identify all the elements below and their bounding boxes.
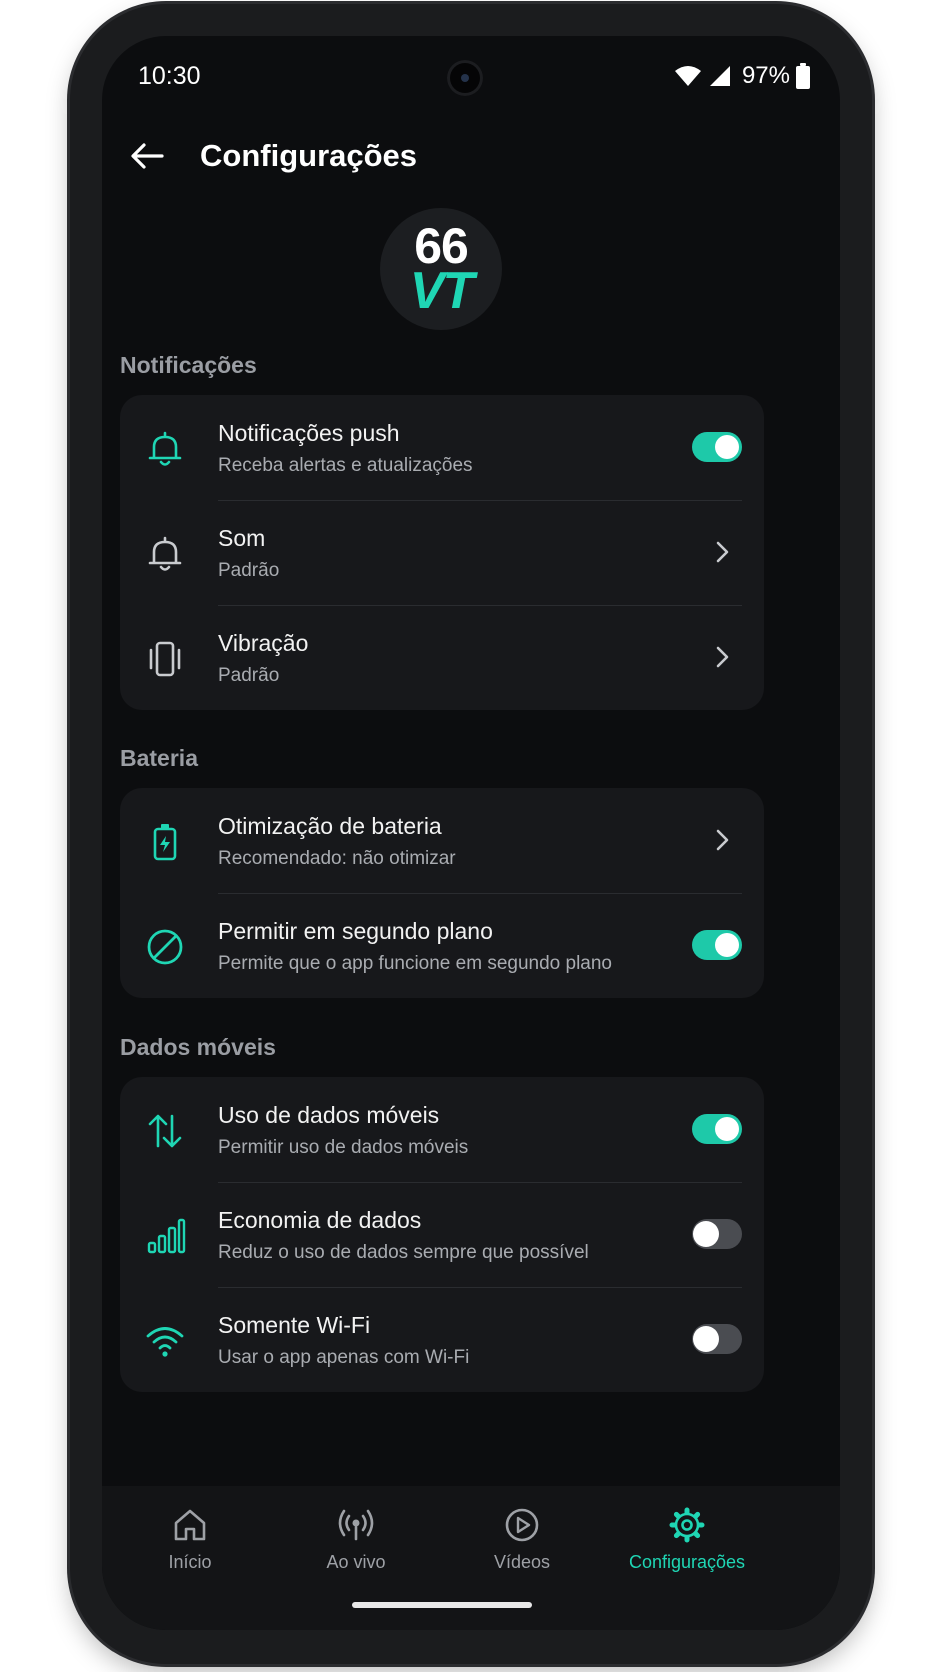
section-label-battery: Bateria <box>120 745 198 771</box>
chevron-right-icon <box>716 541 729 563</box>
broadcast-icon <box>338 1509 374 1541</box>
battery-icon <box>796 63 810 89</box>
nav-label: Configurações <box>628 1552 746 1572</box>
home-icon <box>174 1509 206 1541</box>
cellular-signal-icon <box>709 66 730 86</box>
setting-subtitle: Recomendado: não otimizar <box>218 848 456 869</box>
setting-subtitle: Permitir uso de dados móveis <box>218 1137 469 1158</box>
setting-subtitle: Reduz o uso de dados sempre que possível <box>218 1242 589 1263</box>
card-notifications: Notificações push Receba alertas e atual… <box>120 395 764 710</box>
page-title: Configurações <box>200 138 418 173</box>
nav-item-live[interactable]: Ao vivo <box>276 1506 436 1573</box>
setting-row-sound[interactable]: Som Padrão <box>120 500 764 605</box>
data-saver-toggle[interactable] <box>692 1219 742 1249</box>
setting-subtitle: Receba alertas e atualizações <box>218 455 473 476</box>
setting-subtitle: Padrão <box>218 560 280 581</box>
setting-title: Economia de dados <box>218 1207 422 1233</box>
bell-icon <box>148 431 182 466</box>
card-mobile-data: Uso de dados móveis Permitir uso de dado… <box>120 1077 764 1392</box>
setting-row-battery-optimization[interactable]: Otimização de bateria Recomendado: não o… <box>120 788 764 893</box>
bottom-navigation: Início Ao vivo Vídeos Configurações <box>102 1486 840 1630</box>
block-icon <box>147 929 183 965</box>
gear-icon <box>669 1507 705 1543</box>
app-logo: 66 VT <box>380 208 502 330</box>
signal-bars-icon <box>147 1218 186 1254</box>
setting-subtitle: Padrão <box>218 665 280 686</box>
setting-title: Somente Wi-Fi <box>218 1312 371 1338</box>
setting-row-push-notifications[interactable]: Notificações push Receba alertas e atual… <box>120 395 764 500</box>
logo-text-bottom: VT <box>409 262 474 320</box>
battery-percentage: 97% <box>741 62 790 89</box>
setting-row-vibration[interactable]: Vibração Padrão <box>120 605 764 710</box>
data-transfer-icon <box>148 1114 182 1148</box>
front-camera <box>447 60 483 96</box>
setting-title: Otimização de bateria <box>218 813 442 839</box>
status-bar: 10:30 97% <box>102 36 840 116</box>
nav-item-home[interactable]: Início <box>110 1506 270 1573</box>
status-icons: 97% <box>674 62 810 90</box>
bell-outline-icon <box>148 536 182 571</box>
chevron-right-icon <box>716 646 729 668</box>
setting-title: Som <box>218 525 266 551</box>
setting-subtitle: Usar o app apenas com Wi-Fi <box>218 1347 470 1368</box>
vibration-icon <box>149 641 181 677</box>
chevron-right-icon <box>716 829 729 851</box>
nav-item-videos[interactable]: Vídeos <box>442 1506 602 1573</box>
back-arrow-icon[interactable] <box>128 136 168 176</box>
play-circle-icon <box>505 1508 539 1542</box>
app-header: Configurações <box>102 126 840 196</box>
screen: 10:30 97% Configurações 66 VT Notificaçõ… <box>102 36 840 1630</box>
wifi-status-icon <box>674 66 701 86</box>
section-label-mobile-data: Dados móveis <box>120 1034 276 1060</box>
background-toggle[interactable] <box>692 930 742 960</box>
nav-label: Ao vivo <box>326 1552 386 1572</box>
wifi-only-toggle[interactable] <box>692 1324 742 1354</box>
card-battery: Otimização de bateria Recomendado: não o… <box>120 788 764 998</box>
setting-row-background[interactable]: Permitir em segundo plano Permite que o … <box>120 893 764 998</box>
setting-row-wifi-only[interactable]: Somente Wi-Fi Usar o app apenas com Wi-F… <box>120 1287 764 1392</box>
setting-row-mobile-data[interactable]: Uso de dados móveis Permitir uso de dado… <box>120 1077 764 1182</box>
setting-title: Permitir em segundo plano <box>218 918 493 944</box>
setting-subtitle: Permite que o app funcione em segundo pl… <box>218 953 612 974</box>
mobile-data-toggle[interactable] <box>692 1114 742 1144</box>
setting-title: Notificações push <box>218 420 400 446</box>
push-notifications-toggle[interactable] <box>692 432 742 462</box>
setting-title: Uso de dados móveis <box>218 1102 440 1128</box>
setting-row-data-saver[interactable]: Economia de dados Reduz o uso de dados s… <box>120 1182 764 1287</box>
nav-label: Vídeos <box>493 1552 551 1572</box>
wifi-icon <box>146 1327 184 1357</box>
section-label-notifications: Notificações <box>120 352 257 378</box>
setting-title: Vibração <box>218 630 309 656</box>
battery-charging-icon <box>153 824 177 861</box>
status-time: 10:30 <box>138 62 201 90</box>
nav-item-settings[interactable]: Configurações <box>607 1506 767 1573</box>
nav-label: Início <box>168 1552 212 1572</box>
home-indicator[interactable] <box>352 1602 532 1608</box>
